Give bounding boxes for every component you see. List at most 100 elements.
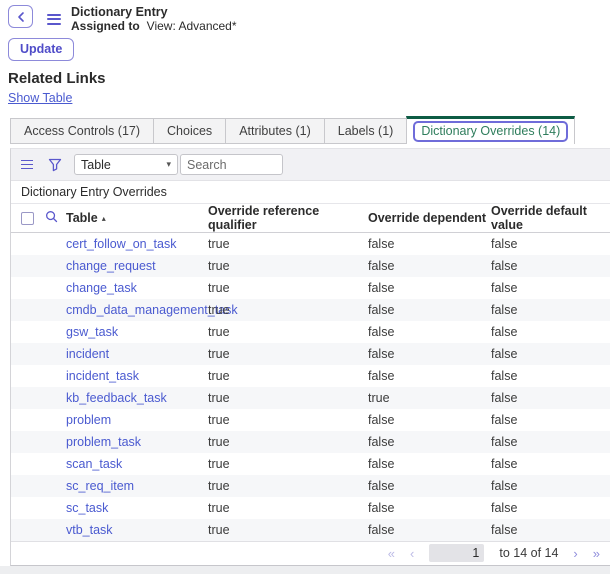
related-lists-tabbar: Access Controls (17) Choices Attributes … [10, 116, 610, 144]
row-selection-cell [11, 387, 66, 409]
table-record-link[interactable]: change_task [66, 281, 137, 295]
cell-default-value: false [491, 365, 610, 387]
cell-ref-qualifier: true [208, 387, 368, 409]
related-links-heading: Related Links [8, 70, 602, 87]
view-indicator: View: Advanced* [147, 19, 237, 33]
cell-ref-qualifier: true [208, 277, 368, 299]
chevron-down-icon: ▾ [166, 159, 171, 170]
current-row-input[interactable]: 1 [429, 544, 484, 562]
table-header-row: Table▴ Override reference qualifier Over… [11, 204, 610, 233]
table-record-link[interactable]: vtb_task [66, 523, 113, 537]
column-header-ref-qualifier[interactable]: Override reference qualifier [208, 204, 368, 233]
cell-default-value: false [491, 453, 610, 475]
cell-dependent: false [368, 343, 491, 365]
table-row: gsw_task true false false [11, 321, 610, 343]
cell-dependent: true [368, 387, 491, 409]
cell-dependent: false [368, 299, 491, 321]
row-selection-cell [11, 519, 66, 541]
table-record-link[interactable]: problem_task [66, 435, 141, 449]
cell-ref-qualifier: true [208, 365, 368, 387]
table-record-link[interactable]: incident [66, 347, 109, 361]
cell-ref-qualifier: true [208, 233, 368, 255]
cell-ref-qualifier: true [208, 321, 368, 343]
cell-ref-qualifier: true [208, 343, 368, 365]
cell-dependent: false [368, 431, 491, 453]
row-selection-cell [11, 453, 66, 475]
context-menu-icon[interactable] [47, 11, 61, 27]
tab-choices[interactable]: Choices [153, 118, 226, 144]
record-title-block: Dictionary Entry Assigned toView: Advanc… [71, 5, 237, 34]
page-bottom-strip [0, 566, 610, 574]
search-field-select[interactable]: Table ▾ [74, 154, 178, 175]
row-selection-cell [11, 255, 66, 277]
list-toolbar: Table ▾ [11, 149, 610, 181]
select-all-checkbox[interactable] [21, 212, 34, 225]
cell-dependent: false [368, 519, 491, 541]
cell-dependent: false [368, 321, 491, 343]
list-title: Dictionary Entry Overrides [11, 181, 610, 204]
back-button[interactable] [8, 5, 33, 28]
cell-default-value: false [491, 431, 610, 453]
cell-ref-qualifier: true [208, 453, 368, 475]
page-title: Dictionary Entry [71, 5, 237, 19]
table-row: sc_task true false false [11, 497, 610, 519]
table-row: change_task true false false [11, 277, 610, 299]
cell-dependent: false [368, 409, 491, 431]
search-field-selected-value: Table [81, 158, 111, 172]
column-header-dependent[interactable]: Override dependent [368, 204, 491, 233]
tab-labels[interactable]: Labels (1) [324, 118, 408, 144]
cell-default-value: false [491, 409, 610, 431]
form-header: Dictionary Entry Assigned toView: Advanc… [0, 0, 610, 34]
table-row: vtb_task true false false [11, 519, 610, 541]
row-selection-cell [11, 497, 66, 519]
table-record-link[interactable]: problem [66, 413, 111, 427]
row-selection-cell [11, 299, 66, 321]
page: Dictionary Entry Assigned toView: Advanc… [0, 0, 610, 541]
cell-dependent: false [368, 475, 491, 497]
last-page-icon[interactable]: » [593, 547, 600, 560]
cell-default-value: false [491, 387, 610, 409]
previous-page-icon[interactable]: ‹ [410, 547, 414, 560]
column-search-icon[interactable] [45, 210, 58, 226]
row-selection-cell [11, 475, 66, 497]
table-row: sc_req_item true false false [11, 475, 610, 497]
tab-attributes[interactable]: Attributes (1) [225, 118, 325, 144]
table-record-link[interactable]: scan_task [66, 457, 122, 471]
table-record-link[interactable]: gsw_task [66, 325, 118, 339]
cell-ref-qualifier: true [208, 475, 368, 497]
row-selection-cell [11, 343, 66, 365]
table-row: cert_follow_on_task true false false [11, 233, 610, 255]
list-menu-icon[interactable] [21, 157, 33, 172]
update-button[interactable]: Update [8, 38, 74, 61]
cell-default-value: false [491, 299, 610, 321]
cell-ref-qualifier: true [208, 497, 368, 519]
tab-dictionary-overrides[interactable]: Dictionary Overrides (14) [406, 116, 575, 144]
active-tab-label: Dictionary Overrides (14) [413, 121, 568, 142]
cell-default-value: false [491, 255, 610, 277]
cell-dependent: false [368, 277, 491, 299]
tab-access-controls[interactable]: Access Controls (17) [10, 118, 154, 144]
overrides-table: Table▴ Override reference qualifier Over… [11, 204, 610, 541]
column-header-default-value[interactable]: Override default value [491, 204, 610, 233]
table-record-link[interactable]: sc_task [66, 501, 108, 515]
related-links-section: Related Links Show Table [0, 61, 610, 107]
table-record-link[interactable]: cert_follow_on_task [66, 237, 176, 251]
cell-ref-qualifier: true [208, 431, 368, 453]
list-search-input[interactable] [180, 154, 283, 175]
cell-dependent: false [368, 255, 491, 277]
table-record-link[interactable]: change_request [66, 259, 156, 273]
cell-default-value: false [491, 321, 610, 343]
cell-table: gsw_task [66, 321, 208, 343]
next-page-icon[interactable]: › [573, 547, 577, 560]
related-list-panel: Table ▾ Dictionary Entry Overrides [10, 148, 610, 566]
table-record-link[interactable]: incident_task [66, 369, 139, 383]
table-row: scan_task true false false [11, 453, 610, 475]
table-record-link[interactable]: kb_feedback_task [66, 391, 167, 405]
column-header-table[interactable]: Table▴ [66, 204, 208, 233]
selection-header-cell [11, 204, 66, 233]
table-record-link[interactable]: sc_req_item [66, 479, 134, 493]
row-selection-cell [11, 365, 66, 387]
first-page-icon[interactable]: « [388, 547, 395, 560]
filter-icon[interactable] [48, 158, 62, 172]
show-table-link[interactable]: Show Table [8, 91, 72, 105]
